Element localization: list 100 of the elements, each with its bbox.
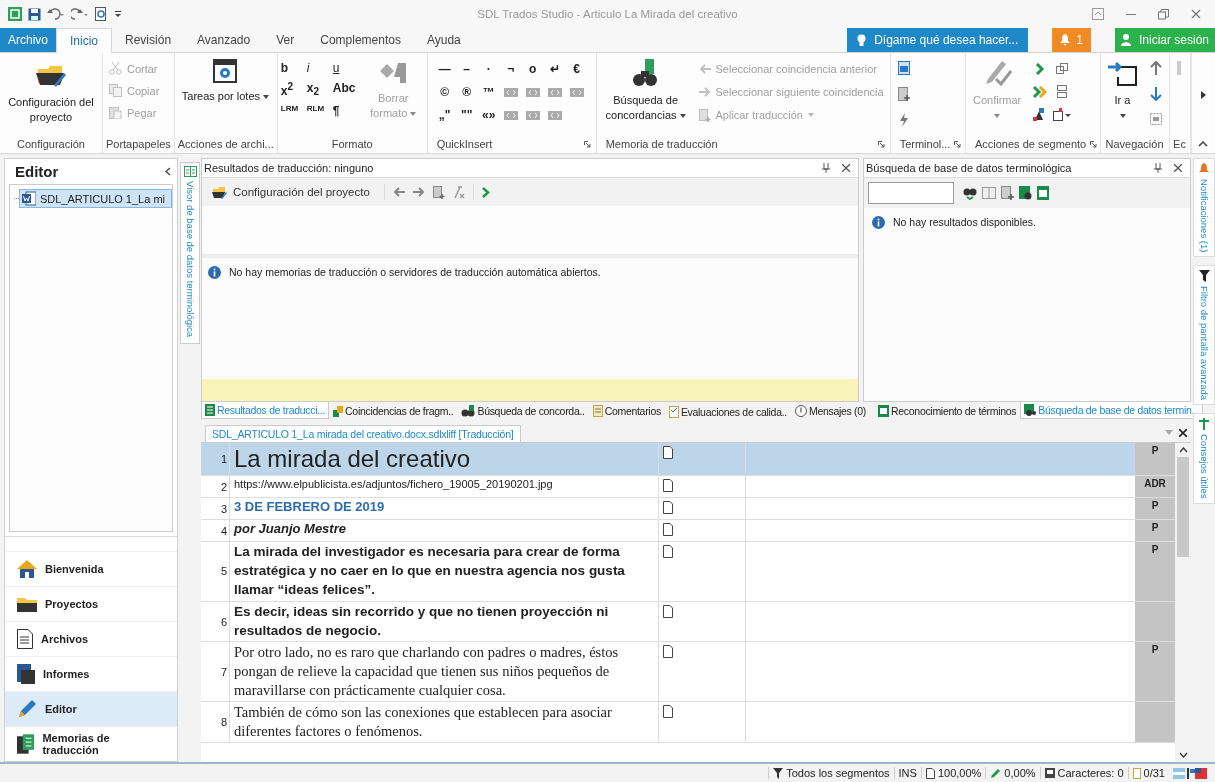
panel-tab[interactable]: Reconocimiento de términos <box>874 402 1021 420</box>
panel-tab[interactable]: Resultados de traducci... <box>201 402 330 419</box>
double-chevron-icon[interactable] <box>1033 85 1048 98</box>
navigation-item[interactable]: Memorias de traducción <box>5 726 177 761</box>
document-plus-icon[interactable] <box>432 185 445 199</box>
insert-symbol-button[interactable]: ¬ <box>502 62 519 76</box>
close-icon[interactable] <box>1179 429 1187 437</box>
segment-row[interactable]: 4 por Juanjo Mestre P <box>201 520 1175 542</box>
tag-icon[interactable] <box>503 87 518 97</box>
tag-icon[interactable] <box>547 110 562 120</box>
close-icon[interactable] <box>842 164 850 172</box>
pin-icon[interactable] <box>1154 163 1162 173</box>
tag-icon[interactable] <box>525 87 540 97</box>
close-icon[interactable] <box>1174 164 1182 172</box>
format-button[interactable]: LRM <box>280 104 307 118</box>
scroll-right-icon[interactable] <box>1200 91 1206 99</box>
scroll-up-icon[interactable] <box>1178 447 1188 453</box>
up-arrow-icon[interactable] <box>1149 61 1162 75</box>
segment-row[interactable]: 5 La mirada del investigador es necesaria para crear de forma estratégica y no caer en lo que en nuestra agencia nos gusta llamar “ideas felices”. P <box>201 542 1175 602</box>
panel-tab[interactable]: Búsqueda de concorda.. <box>457 402 589 420</box>
windows-icon[interactable] <box>1056 63 1069 75</box>
redo-icon[interactable] <box>71 8 89 20</box>
ribbon-display-icon[interactable] <box>1092 8 1104 20</box>
segment-row[interactable]: 1 La mirada del creativo P <box>201 443 1175 476</box>
format-button[interactable]: i <box>306 61 333 75</box>
tag-icon[interactable] <box>525 110 540 120</box>
concordance-search-button[interactable]: Búsqueda de concordancias <box>599 57 692 125</box>
file-tree-item[interactable]: SDL_ARTICULO 1_La mi <box>18 189 172 208</box>
ribbon-tab[interactable]: Ayuda <box>413 28 474 52</box>
insert-symbol-button[interactable]: ™ <box>480 85 497 99</box>
lightning-icon[interactable] <box>898 113 909 127</box>
termbase-gear-icon[interactable] <box>1019 186 1032 200</box>
go-to-button[interactable]: Ir a <box>1103 57 1142 120</box>
collapse-ribbon-icon[interactable] <box>1198 141 1209 147</box>
termbase-add-icon[interactable] <box>897 87 910 101</box>
ribbon-tab[interactable]: Complementos <box>307 28 414 52</box>
left-arrow-icon[interactable] <box>392 187 405 197</box>
insert-symbol-button[interactable]: — <box>436 62 453 76</box>
restore-icon[interactable] <box>1158 8 1169 20</box>
ribbon-tab[interactable]: Avanzado <box>184 28 264 52</box>
window-caret-icon[interactable] <box>1053 108 1072 121</box>
navigation-item[interactable]: Editor <box>5 691 177 726</box>
project-settings-button[interactable]: Configuración del proyecto <box>206 184 376 200</box>
segment-row[interactable]: 3 3 DE FEBRERO DE 2019 P <box>201 498 1175 520</box>
insert-symbol-button[interactable]: „" <box>436 108 453 122</box>
save-icon[interactable] <box>28 7 41 21</box>
tag-icon[interactable] <box>503 110 518 120</box>
project-settings-button[interactable]: Configuración del proyecto <box>3 57 99 127</box>
ribbon-tab[interactable]: Inicio <box>56 28 113 53</box>
ribbon-tab[interactable]: Archivo <box>0 28 56 52</box>
insert-symbol-button[interactable]: ® <box>458 85 475 99</box>
batch-tasks-button[interactable]: Tareas por lotes <box>177 57 274 106</box>
segment-row[interactable]: 2 https://www.elpublicista.es/adjuntos/fichero_19005_20190201.jpg ADR <box>201 476 1175 498</box>
format-button[interactable]: x$_{2}$ <box>306 81 333 98</box>
down-arrow-icon[interactable] <box>1149 87 1162 101</box>
insert-symbol-button[interactable]: o <box>524 62 541 76</box>
segment-row[interactable]: 7 Por otro lado, no es raro que charlando con padres o madres, éstos pongan de relieve la capacidad que tienen sus niños pequeños de maravillarse con prácticamente cualquier cosa. P <box>201 642 1175 702</box>
pin-icon[interactable] <box>822 163 830 173</box>
split-icon[interactable] <box>1057 85 1068 98</box>
insert-symbol-button[interactable]: € <box>568 62 585 76</box>
undo-icon[interactable] <box>47 8 65 20</box>
insert-symbol-button[interactable]: © <box>436 85 453 99</box>
termbase-icon[interactable] <box>1037 186 1049 200</box>
right-arrow-icon[interactable] <box>412 187 425 197</box>
segment-row[interactable]: 6 Es decir, ideas sin recorrido y que no tienen proyección ni resultados de negocio. <box>201 601 1175 643</box>
tag-icon[interactable] <box>569 87 584 97</box>
format-button[interactable]: ¶ <box>332 104 359 118</box>
document-tab[interactable]: SDL_ARTICULO 1_La mirada del creativo.docx.sdlxliff [Traducción] <box>205 424 521 442</box>
collapse-icon[interactable] <box>165 167 171 176</box>
navigation-item[interactable]: Bienvenida <box>5 551 177 586</box>
navigation-item[interactable]: Archivos <box>5 621 177 656</box>
tell-me-button[interactable]: Dígame qué desea hacer... <box>847 28 1029 52</box>
customize-caret-icon[interactable] <box>114 9 122 19</box>
dialog-launcher-icon[interactable] <box>1090 140 1098 148</box>
format-button[interactable]: u <box>332 61 359 75</box>
binoculars-icon[interactable] <box>963 186 977 200</box>
panel-tab[interactable]: Búsqueda de base de datos termin... <box>1020 402 1204 419</box>
insert-symbol-button[interactable]: ↵ <box>546 62 563 76</box>
insert-symbol-button[interactable]: «» <box>480 108 497 122</box>
panel-tab[interactable]: Comentarios <box>588 402 665 420</box>
format-button[interactable]: RLM <box>306 104 333 118</box>
insert-symbol-button[interactable]: · <box>480 62 497 76</box>
scroll-down-icon[interactable] <box>1178 752 1188 758</box>
segment-row[interactable]: 8 También de cómo son las conexiones que establecen para asociar diferentes factores o fenómenos. <box>201 702 1175 743</box>
side-panel-tab[interactable]: Notificaciones (1) <box>1193 158 1215 258</box>
document-plus-icon[interactable] <box>1001 186 1014 200</box>
segment-filter-status[interactable]: Todos los segmentos <box>768 767 894 779</box>
format-button[interactable]: x$^{2}$ <box>280 81 307 98</box>
dialog-launcher-icon[interactable] <box>877 140 885 148</box>
ribbon-tab[interactable]: Ver <box>263 28 308 52</box>
center-icon[interactable] <box>1149 113 1162 125</box>
navigation-item[interactable]: Proyectos <box>5 586 177 621</box>
format-button[interactable]: b <box>280 61 307 75</box>
search-field[interactable] <box>868 182 954 204</box>
preview-icon[interactable] <box>95 7 108 21</box>
panel-tab[interactable]: Mensajes (0) <box>790 402 871 420</box>
dialog-launcher-icon[interactable] <box>583 140 591 148</box>
insert-symbol-button[interactable]: "" <box>458 108 475 122</box>
side-panel-tab[interactable]: Filtro de pantalla avanzada <box>1193 265 1215 406</box>
tag-icon[interactable] <box>547 87 562 97</box>
